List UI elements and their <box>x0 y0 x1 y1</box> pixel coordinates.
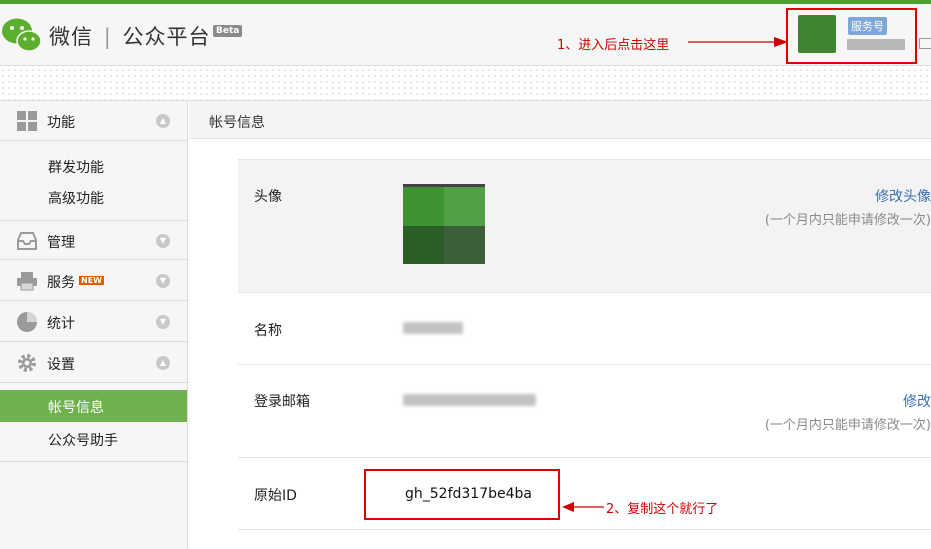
title-separator: | <box>103 25 112 49</box>
chevron-up-icon[interactable]: ▲ <box>156 114 170 128</box>
sidebar: 功能 ▲ 群发功能 高级功能 管理 ▼ 服务 NEW ▼ 统计 ▼ 设置 ▲ 帐… <box>0 100 188 549</box>
row-email: 登录邮箱 修改 (一个月内只能申请修改一次) <box>238 365 931 458</box>
wechat-logo-icon[interactable] <box>0 14 44 58</box>
sidebar-section-label: 统计 <box>47 316 75 332</box>
printer-icon <box>17 272 37 291</box>
sidebar-divider <box>0 461 187 462</box>
pie-chart-icon <box>17 312 37 332</box>
account-avatar[interactable] <box>798 15 836 53</box>
row-name: 名称 <box>238 293 931 365</box>
annotation-step1: 1、进入后点击这里 <box>557 38 670 53</box>
change-email-link[interactable]: 修改 <box>903 391 931 411</box>
inbox-icon <box>17 232 37 250</box>
mail-icon[interactable] <box>919 38 931 49</box>
sidebar-item-mass-send[interactable]: 群发功能 <box>48 157 104 177</box>
row-label: 名称 <box>254 323 282 339</box>
sidebar-section-features[interactable]: 功能 ▲ <box>0 101 187 141</box>
profile-avatar <box>403 184 485 264</box>
row-avatar: 头像 修改头像 (一个月内只能申请修改一次) <box>238 159 931 293</box>
new-badge: NEW <box>79 276 104 285</box>
sidebar-section-manage[interactable]: 管理 ▼ <box>0 220 187 260</box>
gear-icon <box>18 354 36 372</box>
account-name-redacted[interactable] <box>847 39 905 50</box>
dotted-divider <box>0 67 931 100</box>
sidebar-section-label: 功能 <box>47 115 75 131</box>
chevron-down-icon[interactable]: ▼ <box>156 274 170 288</box>
platform-title[interactable]: 微信 | 公众平台 <box>49 21 210 51</box>
row-original-id: 原始ID <box>238 458 931 530</box>
change-avatar-link[interactable]: 修改头像 <box>875 186 931 206</box>
chevron-down-icon[interactable]: ▼ <box>156 234 170 248</box>
annotation-highlight-id <box>364 469 560 520</box>
sidebar-section-settings[interactable]: 设置 ▲ <box>0 343 187 383</box>
sidebar-section-stats[interactable]: 统计 ▼ <box>0 302 187 342</box>
row-label: 原始ID <box>254 488 297 504</box>
product-name: 公众平台 <box>122 25 211 49</box>
sidebar-item-assistant[interactable]: 公众号助手 <box>48 430 118 450</box>
sidebar-section-label: 管理 <box>47 235 75 251</box>
login-email-redacted <box>403 394 536 406</box>
annotation-step2: 2、复制这个就行了 <box>606 502 719 517</box>
sidebar-section-label: 服务 NEW <box>47 275 104 291</box>
annotation-arrow-left-icon <box>562 502 604 512</box>
sidebar-item-account-info[interactable]: 帐号信息 <box>0 390 187 422</box>
chevron-down-icon[interactable]: ▼ <box>156 315 170 329</box>
change-limit-hint: (一个月内只能申请修改一次) <box>764 213 931 228</box>
beta-badge: Beta <box>213 25 243 37</box>
account-type-badge: 服务号 <box>848 17 887 35</box>
sidebar-section-label: 设置 <box>47 357 75 373</box>
sidebar-item-advanced[interactable]: 高级功能 <box>48 188 104 208</box>
account-name-redacted <box>403 322 463 334</box>
chevron-up-icon[interactable]: ▲ <box>156 356 170 370</box>
change-limit-hint: (一个月内只能申请修改一次) <box>764 418 931 433</box>
row-label: 头像 <box>254 189 282 205</box>
brand-name: 微信 <box>49 25 93 49</box>
sidebar-item-label: 帐号信息 <box>48 400 104 416</box>
grid-icon <box>17 111 37 131</box>
page-title: 帐号信息 <box>209 115 265 131</box>
sidebar-section-service[interactable]: 服务 NEW ▼ <box>0 261 187 301</box>
annotation-arrow-right-icon <box>688 37 788 47</box>
page-title-bar: 帐号信息 <box>189 100 931 139</box>
row-label: 登录邮箱 <box>254 394 310 410</box>
